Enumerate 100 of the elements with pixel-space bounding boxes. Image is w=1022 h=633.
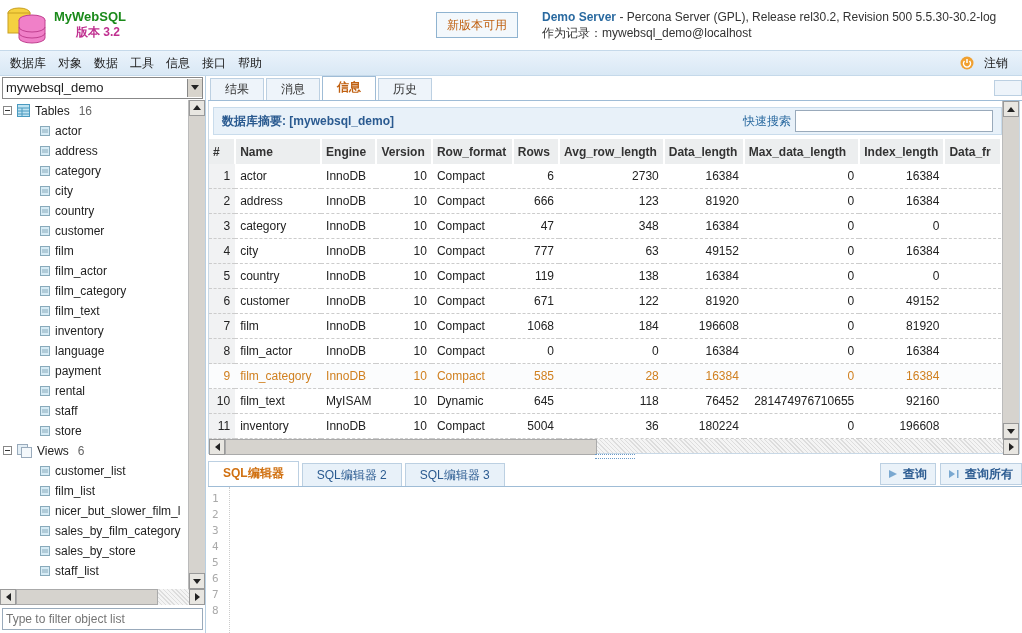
result-tab[interactable]: 消息	[266, 78, 320, 100]
collapse-icon[interactable]	[3, 106, 12, 116]
column-header[interactable]: Engine	[321, 139, 377, 164]
table-cell: city	[235, 238, 322, 264]
tree-item[interactable]: country	[0, 200, 188, 221]
tree-item[interactable]: store	[0, 420, 188, 441]
tree-item[interactable]: actor	[0, 120, 188, 141]
editor-tab[interactable]: SQL编辑器 3	[404, 463, 505, 486]
table-cell: 0	[743, 288, 860, 314]
tree-item[interactable]: film_list	[0, 480, 188, 501]
table-row[interactable]: 7 film InnoDB 10 Compact 1068 184 196608 0 81920	[209, 313, 1001, 339]
column-header[interactable]: Rows	[512, 139, 559, 164]
table-row[interactable]: 5 country InnoDB 10 Compact 119 138 16384 0 0	[209, 263, 1001, 289]
column-header[interactable]: Data_fr	[944, 139, 1001, 164]
column-header[interactable]: Avg_row_length	[559, 139, 664, 164]
column-header[interactable]: Max_data_length	[743, 139, 860, 164]
table-cell: InnoDB	[321, 213, 377, 239]
splitter-handle[interactable]	[595, 454, 635, 459]
filter-field[interactable]: Type to filter object list	[2, 608, 203, 630]
scrollbar[interactable]	[188, 99, 205, 590]
table-row[interactable]: 6 customer InnoDB 10 Compact 671 122 81920 0 49152	[209, 288, 1001, 314]
table-row[interactable]: 11 inventory InnoDB 10 Compact 5004 36 180224 0 196608	[209, 413, 1001, 439]
editor-tab[interactable]: SQL编辑器	[208, 461, 299, 486]
tree-item[interactable]: film_actor	[0, 260, 188, 281]
tree-group[interactable]: Views 6	[0, 440, 188, 461]
summary-title: 数据库摘要: [mywebsql_demo]	[222, 112, 395, 130]
horizontal-scrollbar[interactable]	[209, 439, 1019, 453]
scroll-up-icon[interactable]	[193, 105, 201, 111]
scroll-right-icon[interactable]	[1008, 443, 1014, 451]
tree-item[interactable]: address	[0, 140, 188, 161]
tree-item[interactable]: sales_by_film_category	[0, 520, 188, 541]
menu-item[interactable]: 工具	[124, 54, 160, 72]
tree-item[interactable]: customer	[0, 220, 188, 241]
tree-item[interactable]: sales_by_store	[0, 540, 188, 561]
scrollbar[interactable]	[1002, 101, 1019, 439]
tree-item[interactable]: city	[0, 180, 188, 201]
column-header[interactable]: Data_length	[663, 139, 744, 164]
table-row[interactable]: 4 city InnoDB 10 Compact 777 63 49152 0 16384	[209, 238, 1001, 264]
table-cell: 0	[743, 213, 860, 239]
run-all-button[interactable]: 查询所有	[940, 463, 1022, 485]
tree-item[interactable]: film_category	[0, 280, 188, 301]
menu-item[interactable]: 接口	[196, 54, 232, 72]
menu-item[interactable]: 数据库	[4, 54, 52, 72]
tree-group[interactable]: Tables 16	[0, 100, 188, 121]
result-tab[interactable]: 历史	[378, 78, 432, 100]
scroll-left-icon[interactable]	[214, 443, 220, 451]
tree-item[interactable]: language	[0, 340, 188, 361]
quick-search-field[interactable]	[795, 110, 993, 132]
menu-item[interactable]: 对象	[52, 54, 88, 72]
column-header[interactable]: Index_length	[859, 139, 945, 164]
tree-item[interactable]: category	[0, 160, 188, 181]
table-row[interactable]: 1 actor InnoDB 10 Compact 6 2730 16384 0 16384	[209, 164, 1001, 189]
tree-item[interactable]: rental	[0, 380, 188, 401]
tree-item[interactable]: film	[0, 240, 188, 261]
scroll-up-icon[interactable]	[1007, 106, 1015, 112]
table-icon	[40, 145, 50, 156]
scroll-left-icon[interactable]	[5, 593, 11, 602]
table-cell: 10	[376, 413, 432, 439]
tree-item[interactable]: customer_list	[0, 460, 188, 481]
tree-item[interactable]: film_text	[0, 300, 188, 321]
table-cell: 16384	[663, 164, 744, 189]
collapse-icon[interactable]	[3, 446, 12, 456]
scroll-right-icon[interactable]	[194, 593, 200, 602]
table-row[interactable]: 2 address InnoDB 10 Compact 666 123 81920 0 16384	[209, 188, 1001, 214]
table-icon	[40, 545, 50, 556]
database-select[interactable]: mywebsql_demo	[2, 77, 203, 99]
table-row[interactable]: 10 film_text MyISAM 10 Dynamic 645 118 76452 281474976710655 92160	[209, 388, 1001, 414]
table-cell: 6	[512, 164, 559, 189]
column-header[interactable]: #	[209, 139, 236, 164]
tree-item[interactable]: staff_list	[0, 560, 188, 581]
table-cell: 196608	[663, 313, 744, 339]
run-button[interactable]: 查询	[880, 463, 936, 485]
table-cell: Compact	[431, 188, 513, 214]
table-cell: 0	[743, 413, 860, 439]
result-tab[interactable]: 信息	[322, 76, 376, 100]
column-header[interactable]: Name	[235, 139, 322, 164]
table-row[interactable]: 8 film_actor InnoDB 10 Compact 0 0 16384 0 16384	[209, 338, 1001, 364]
column-header[interactable]: Version	[376, 139, 432, 164]
scroll-down-icon[interactable]	[193, 578, 201, 584]
result-tab[interactable]: 结果	[210, 78, 264, 100]
editor-tab[interactable]: SQL编辑器 2	[301, 463, 402, 486]
table-cell: 92160	[859, 388, 945, 414]
scroll-down-icon[interactable]	[1007, 428, 1015, 434]
menu-item[interactable]: 信息	[160, 54, 196, 72]
column-header[interactable]: Row_format	[431, 139, 513, 164]
tree-item[interactable]: staff	[0, 400, 188, 421]
table-cell: actor	[235, 164, 322, 189]
table-cell: 0	[743, 263, 860, 289]
horizontal-scrollbar[interactable]	[0, 589, 205, 606]
logout-link[interactable]: 注销	[978, 54, 1014, 72]
tree-item[interactable]: inventory	[0, 320, 188, 341]
tree-item[interactable]: payment	[0, 360, 188, 381]
menu-item[interactable]: 帮助	[232, 54, 268, 72]
tree-item[interactable]: nicer_but_slower_film_l	[0, 500, 188, 521]
update-button[interactable]: 新版本可用	[436, 12, 518, 38]
table-row[interactable]: 3 category InnoDB 10 Compact 47 348 16384 0 0	[209, 213, 1001, 239]
table-cell: 10	[376, 164, 432, 189]
table-cell: category	[235, 213, 322, 239]
menu-item[interactable]: 数据	[88, 54, 124, 72]
table-cell: InnoDB	[321, 413, 377, 439]
